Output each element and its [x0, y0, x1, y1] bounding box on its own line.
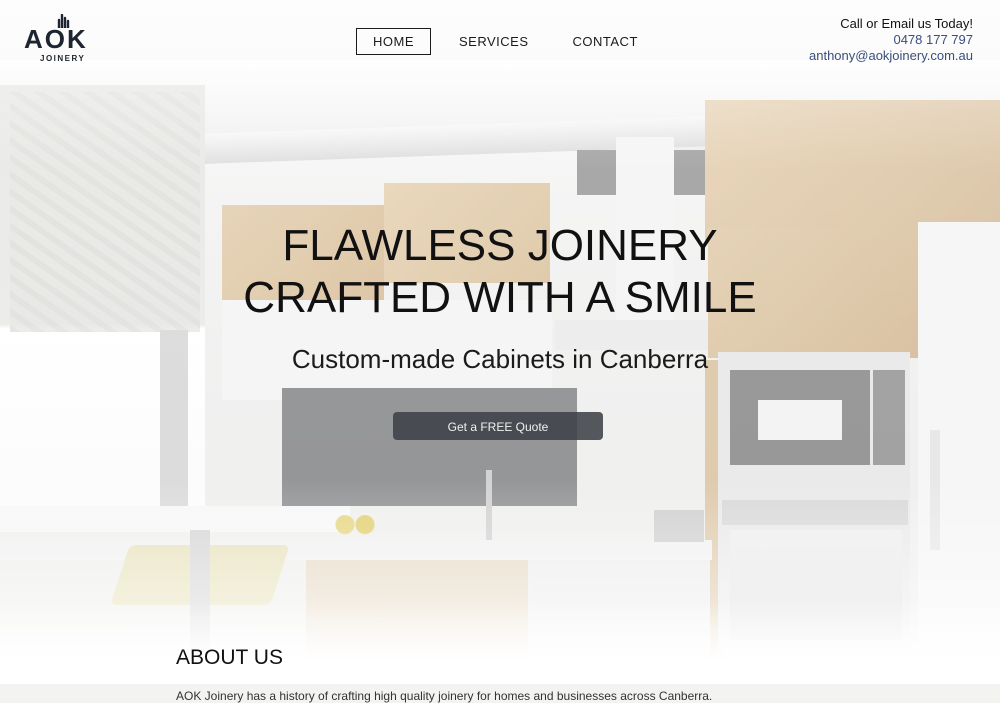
hero-title-line-1: FLAWLESS JOINERY	[282, 221, 718, 270]
hero-overlay	[0, 0, 1000, 684]
logo-wordmark: AOK	[24, 24, 88, 54]
free-quote-button[interactable]: Get a FREE Quote	[393, 412, 603, 440]
bottom-fade	[0, 600, 1000, 684]
nav-services[interactable]: SERVICES	[443, 29, 545, 54]
site-logo[interactable]: AOK JOINERY	[24, 14, 104, 66]
hero-title: FLAWLESS JOINERY CRAFTED WITH A SMILE	[0, 220, 1000, 324]
hero-title-line-2: CRAFTED WITH A SMILE	[243, 273, 757, 322]
email-link[interactable]: anthony@aokjoinery.com.au	[809, 48, 973, 64]
nav-contact[interactable]: CONTACT	[557, 29, 654, 54]
about-text: AOK Joinery has a history of crafting hi…	[176, 689, 713, 703]
main-nav: HOME SERVICES CONTACT	[356, 28, 666, 55]
nav-home[interactable]: HOME	[356, 28, 431, 55]
header-contact: Call or Email us Today! 0478 177 797 ant…	[809, 16, 973, 64]
about-heading: ABOUT US	[176, 646, 283, 669]
logo-subtitle: JOINERY	[40, 54, 86, 63]
hero-background-image	[0, 0, 1000, 684]
phone-link[interactable]: 0478 177 797	[809, 32, 973, 48]
hero-subtitle: Custom-made Cabinets in Canberra	[291, 344, 709, 374]
contact-heading: Call or Email us Today!	[840, 16, 973, 31]
